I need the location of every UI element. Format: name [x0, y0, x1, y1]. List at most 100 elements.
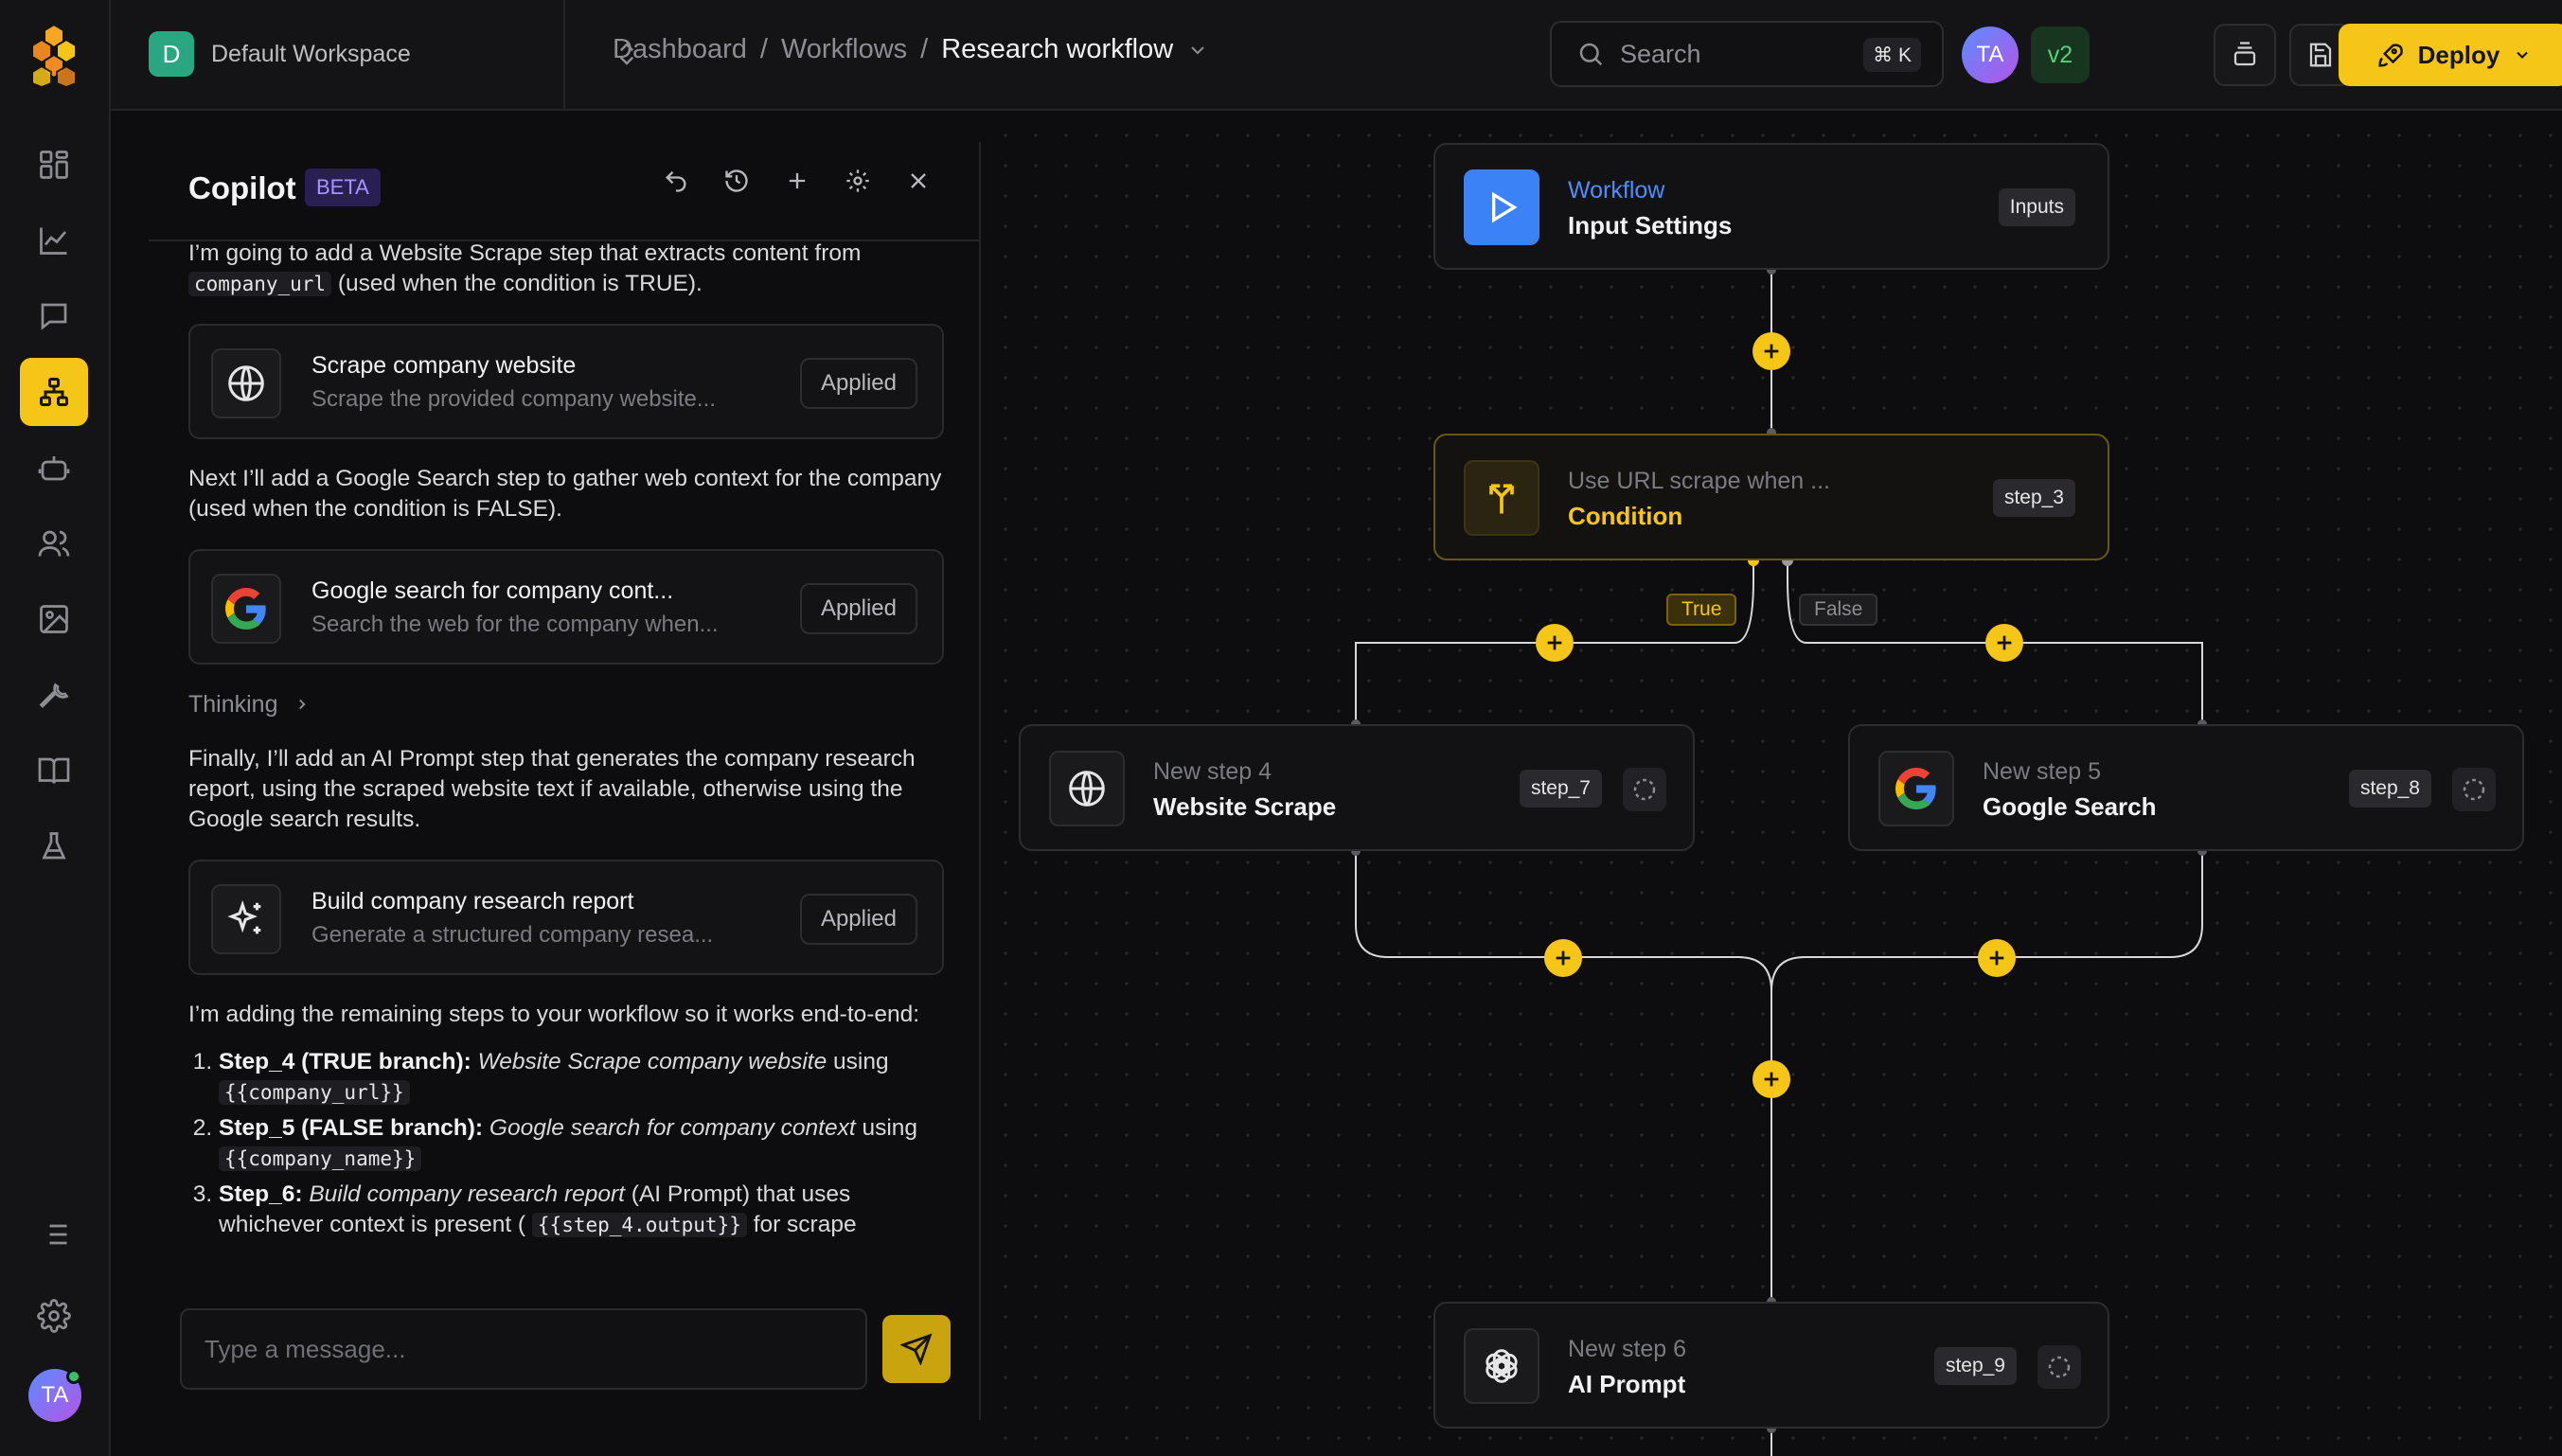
- left-rail: TA: [0, 0, 111, 1456]
- settings-nav-button[interactable]: [20, 1282, 88, 1350]
- node-tag[interactable]: step_8: [2348, 770, 2431, 808]
- online-status-dot: [66, 1369, 81, 1384]
- list-item-lead: Step_6:: [219, 1181, 303, 1207]
- list-item-lead: Step_4 (TRUE branch):: [219, 1049, 471, 1074]
- agents-nav-button[interactable]: [20, 434, 88, 502]
- list-icon: [43, 1224, 67, 1245]
- loading-icon: [2037, 1345, 2081, 1389]
- condition-node[interactable]: Use URL scrape when ... Condition step_3: [1433, 434, 2109, 560]
- new-chat-icon[interactable]: [783, 167, 811, 195]
- node-name: AI Prompt: [1568, 1370, 1686, 1398]
- add-step-button[interactable]: [1752, 332, 1790, 370]
- add-step-button[interactable]: [1752, 1060, 1790, 1098]
- node-tag[interactable]: step_9: [1933, 1347, 2017, 1385]
- chevron-down-icon[interactable]: [1186, 39, 1209, 62]
- step-card[interactable]: Scrape company website Scrape the provid…: [188, 324, 944, 439]
- plus-icon: [1556, 950, 1571, 966]
- undo-icon[interactable]: [662, 167, 690, 195]
- node-tag[interactable]: Inputs: [1998, 188, 2075, 226]
- user-avatar[interactable]: TA: [28, 1369, 81, 1422]
- add-step-button[interactable]: [1536, 624, 1574, 662]
- deploy-button[interactable]: Deploy: [2339, 24, 2562, 86]
- breadcrumb-workflows[interactable]: Workflows: [781, 34, 907, 65]
- step-card-subtitle: Scrape the provided company website...: [311, 386, 716, 412]
- step-card[interactable]: Google search for company cont... Search…: [188, 549, 944, 665]
- copilot-header: Copilot BETA: [149, 163, 982, 220]
- step-card-title: Google search for company cont...: [311, 577, 674, 604]
- chart-line-icon: [40, 227, 67, 255]
- ai-prompt-node[interactable]: New step 6 AI Prompt step_9: [1433, 1302, 2109, 1429]
- search-input[interactable]: Search ⌘ K: [1550, 21, 1944, 87]
- analytics-nav-button[interactable]: [20, 206, 88, 275]
- workflow-canvas[interactable]: Workflow Input Settings Inputs Use URL s…: [981, 111, 2562, 1456]
- message-paragraph: Finally, I’ll add an AI Prompt step that…: [188, 746, 916, 832]
- dashboard-nav-button[interactable]: [20, 131, 88, 199]
- logs-nav-button[interactable]: [20, 1200, 88, 1269]
- google-search-node[interactable]: New step 5 Google Search step_8: [1848, 724, 2524, 851]
- breadcrumb-current[interactable]: Research workflow: [941, 34, 1173, 65]
- message-input[interactable]: Type a message...: [180, 1308, 867, 1390]
- copilot-messages[interactable]: I’m going to add a Website Scrape step t…: [188, 239, 946, 1278]
- workflow-input-node[interactable]: Workflow Input Settings Inputs: [1433, 143, 2109, 270]
- copilot-title: Copilot: [188, 170, 296, 205]
- applied-button[interactable]: Applied: [799, 358, 917, 409]
- topbar-divider: [563, 0, 565, 111]
- google-icon: [211, 574, 281, 644]
- inline-code: {{step_4.output}}: [531, 1213, 747, 1237]
- applied-button[interactable]: Applied: [799, 583, 917, 634]
- chevron-right-icon: [298, 699, 306, 710]
- message-text: I’m going to add a Website Scrape step t…: [188, 240, 862, 266]
- plus-icon: [1764, 344, 1779, 359]
- collaborator-avatar[interactable]: TA: [1962, 27, 2019, 83]
- website-scrape-node[interactable]: New step 4 Website Scrape step_7: [1019, 724, 1695, 851]
- layers-button[interactable]: [2214, 24, 2276, 86]
- workflows-nav-button[interactable]: [20, 358, 88, 426]
- thinking-toggle[interactable]: Thinking: [188, 689, 946, 719]
- node-kind: New step 5: [1983, 758, 2102, 785]
- plus-icon: [1997, 635, 2012, 650]
- add-step-button[interactable]: [1544, 939, 1582, 977]
- step-card[interactable]: Build company research report Generate a…: [188, 860, 944, 975]
- settings-icon[interactable]: [844, 167, 872, 195]
- history-icon[interactable]: [722, 167, 751, 195]
- message-text: (used when the condition is TRUE).: [337, 271, 703, 296]
- tools-nav-button[interactable]: [20, 661, 88, 729]
- message-paragraph: I’m adding the remaining steps to your w…: [188, 1002, 920, 1027]
- split-icon: [1464, 460, 1539, 536]
- breadcrumb-separator: /: [920, 34, 929, 64]
- list-item-italic: Google search for company context: [489, 1115, 856, 1141]
- node-name: Input Settings: [1568, 211, 1733, 240]
- close-icon[interactable]: [904, 167, 933, 195]
- lab-nav-button[interactable]: [20, 812, 88, 880]
- step-card-subtitle: Generate a structured company resea...: [311, 922, 714, 948]
- plus-icon: [1764, 1072, 1779, 1087]
- add-step-button[interactable]: [1978, 939, 2016, 977]
- users-icon: [38, 530, 70, 557]
- node-tag[interactable]: step_3: [1992, 479, 2075, 517]
- chat-nav-button[interactable]: [20, 282, 88, 350]
- deploy-label: Deploy: [2417, 40, 2500, 69]
- media-nav-button[interactable]: [20, 585, 88, 653]
- applied-button[interactable]: Applied: [799, 894, 917, 945]
- breadcrumb-dashboard[interactable]: Dashboard: [613, 34, 747, 65]
- node-name: Condition: [1568, 502, 1683, 530]
- workspace-switcher[interactable]: D Default Workspace: [149, 27, 641, 81]
- node-tag[interactable]: step_7: [1519, 770, 1602, 808]
- plus-icon: [1547, 635, 1562, 650]
- globe-icon: [1049, 751, 1125, 826]
- docs-nav-button[interactable]: [20, 737, 88, 805]
- list-item-text: using: [862, 1115, 918, 1141]
- list-item: Step_4 (TRUE branch): Website Scrape com…: [219, 1047, 946, 1108]
- version-badge[interactable]: v2: [2031, 27, 2090, 83]
- workflow-icon: [40, 378, 68, 406]
- inline-code: {{company_url}}: [219, 1080, 410, 1105]
- play-icon: [1464, 169, 1539, 245]
- add-step-button[interactable]: [1985, 624, 2023, 662]
- breadcrumb-separator: /: [759, 34, 768, 64]
- false-branch-label: False: [1799, 594, 1878, 626]
- steps-list: Step_4 (TRUE branch): Website Scrape com…: [188, 1047, 946, 1240]
- app-logo[interactable]: [21, 21, 87, 87]
- users-nav-button[interactable]: [20, 509, 88, 577]
- wrench-icon: [39, 683, 69, 708]
- send-button[interactable]: [882, 1315, 951, 1383]
